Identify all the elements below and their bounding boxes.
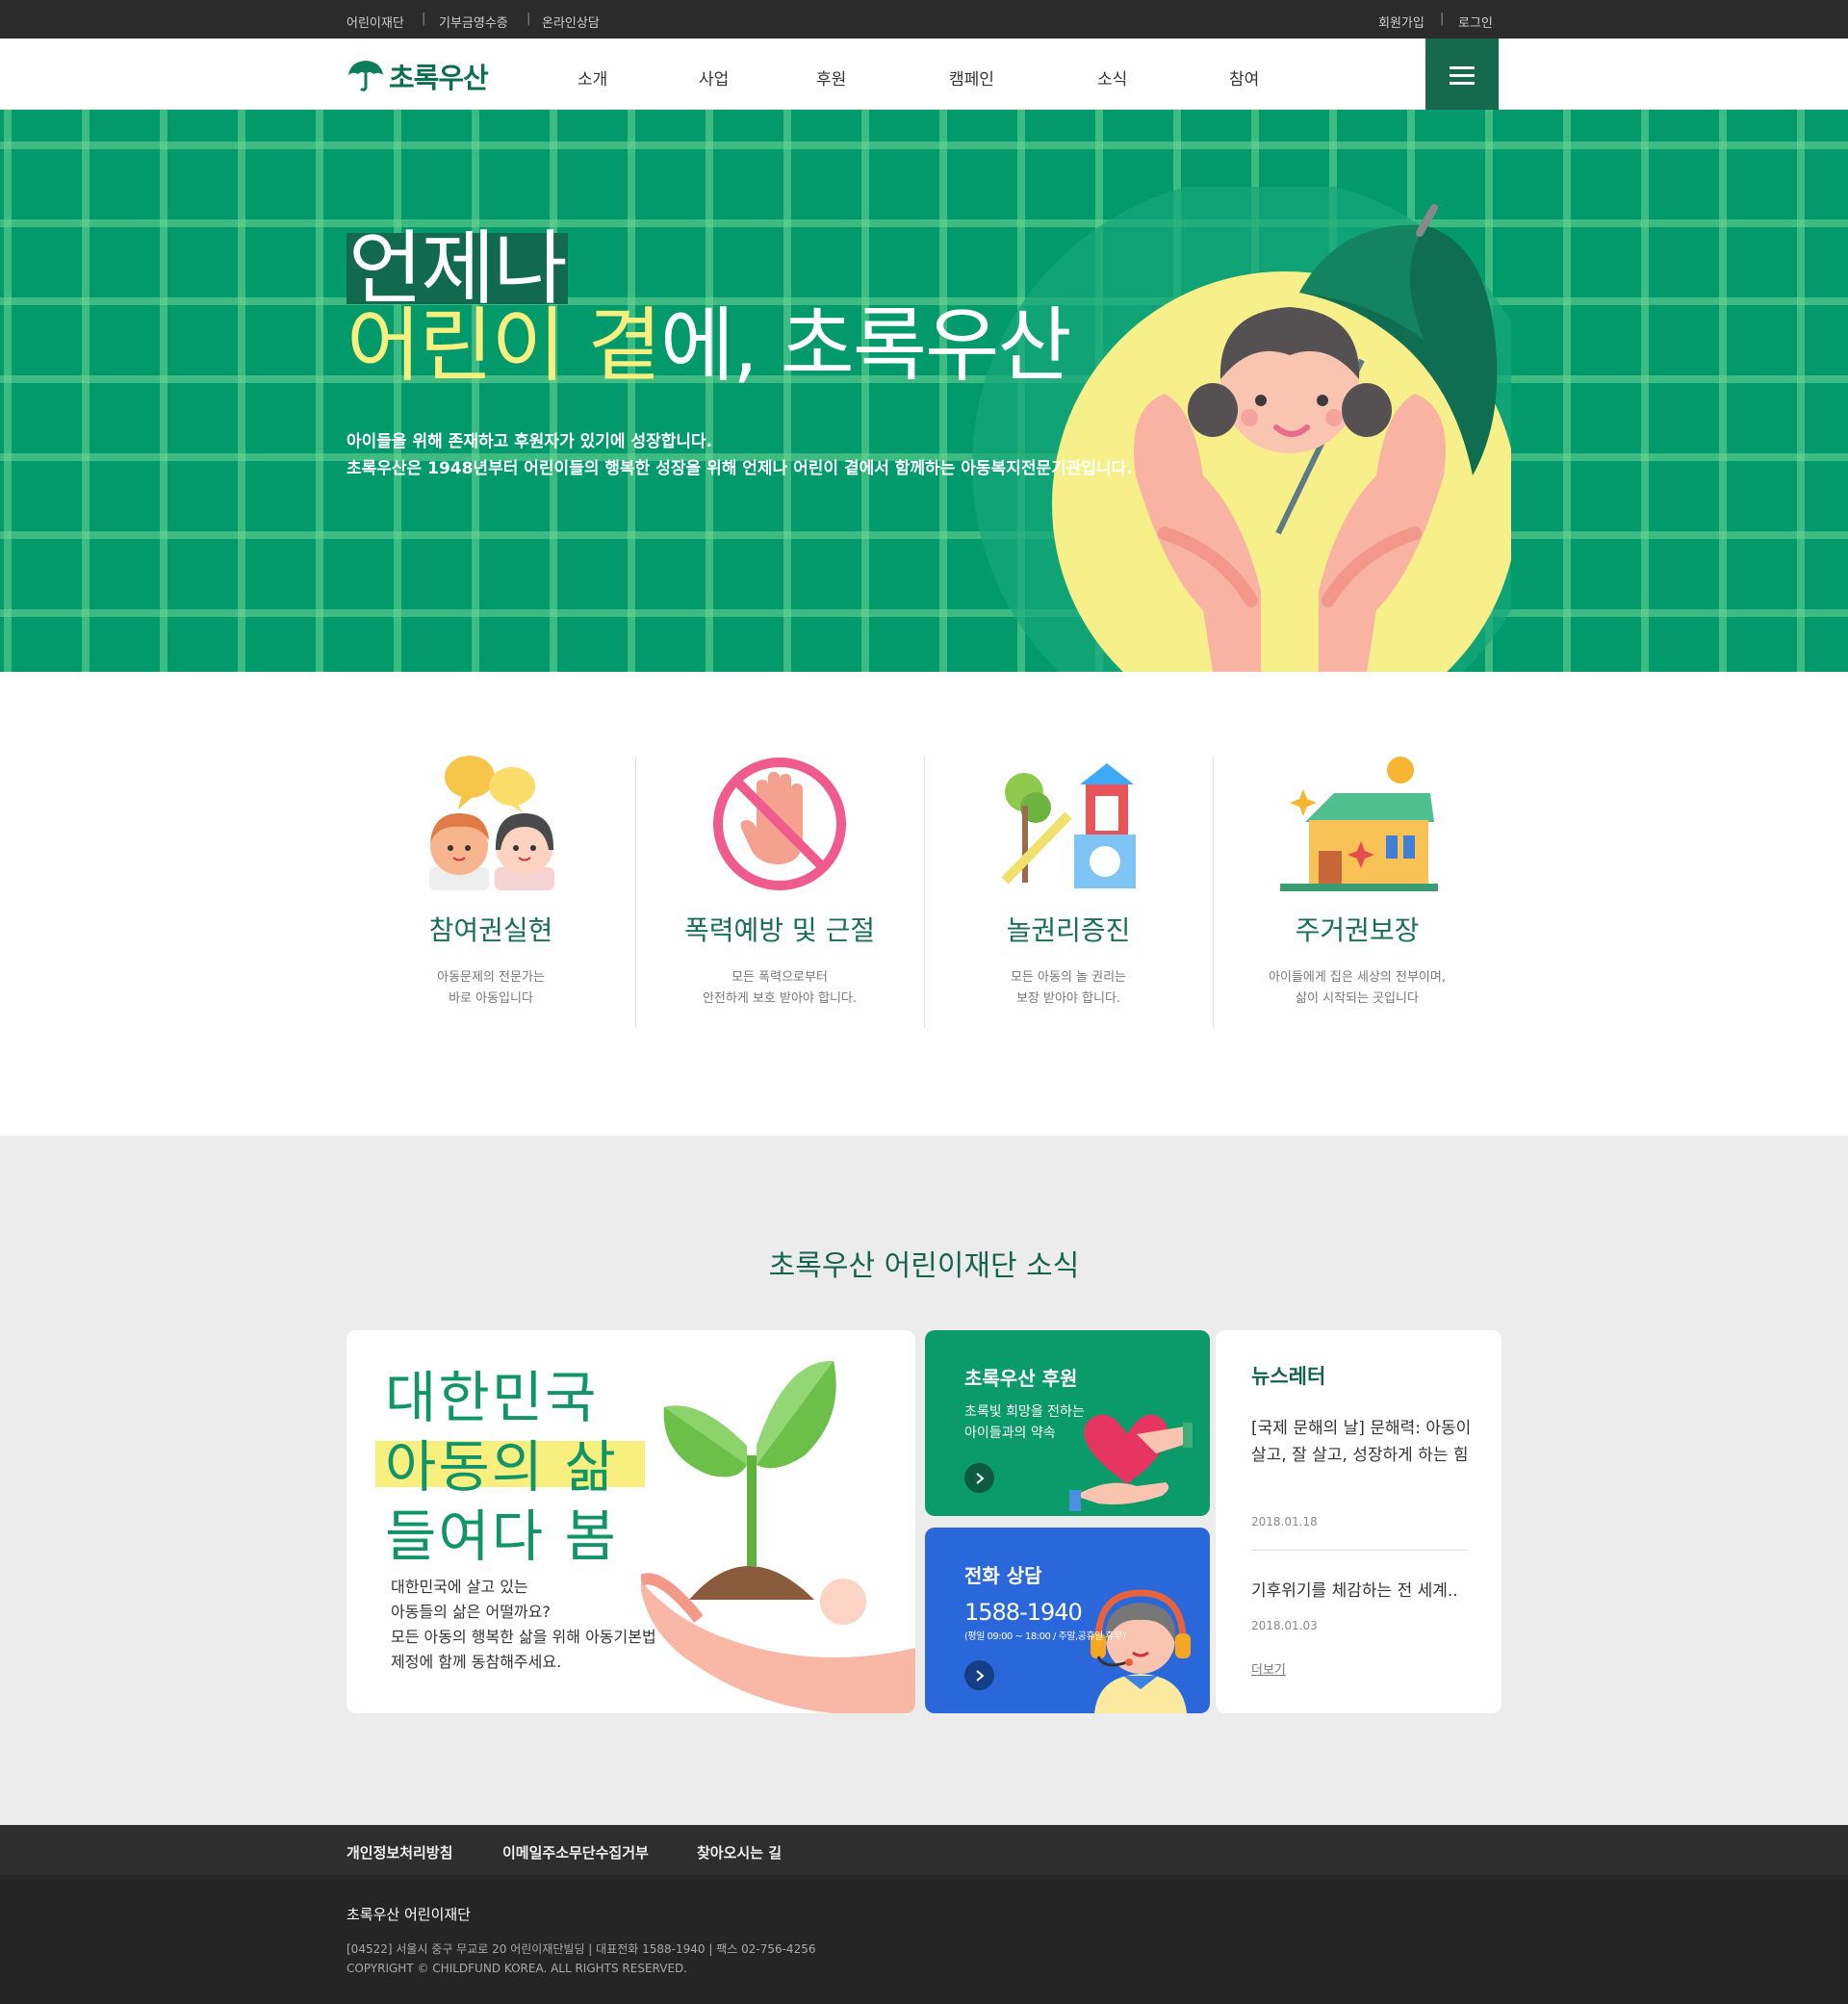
footer-org-name: 초록우산 어린이재단 [346,1906,471,1923]
newsletter-card: 뉴스레터 [국제 문해의 날] 문해력: 아동이 살고, 잘 살고, 성장하게 … [1216,1330,1502,1713]
umbrella-logo-icon [348,61,383,91]
feature-housing-rights[interactable]: 주거권보장 아이들에게 집은 세상의 전부이며, 삶이 시작되는 곳입니다 [1213,741,1502,1030]
footer-link-directions[interactable]: 찾아오시는 길 [697,1842,782,1863]
feature-play-rights[interactable]: 놀권리증진 모든 아동의 놀 권리는 보장 받아야 합니다. [924,741,1213,1030]
hero-title-beside: 곁 [587,298,662,393]
nav-item-participate[interactable]: 참여 [1229,65,1259,90]
feature-title: 주거권보장 [1295,914,1420,946]
feature-violence-prevention[interactable]: 폭력예방 및 근절 모든 폭력으로부터 안전하게 보호 받아야 합니다. [635,741,924,1030]
hero-title-brand: 에, 초록우산 [659,298,1072,393]
hamburger-menu-button[interactable] [1425,39,1499,111]
footer-copyright: COPYRIGHT © CHILDFUND KOREA. ALL RIGHTS … [346,1962,688,1975]
campaign-description: 대한민국에 살고 있는 아동들의 삶은 어떨까요? 모든 아동의 행복한 삶을 … [391,1575,656,1675]
sponsor-desc-line: 아이들과의 약속 [964,1426,1056,1441]
campaign-desc-line: 모든 아동의 행복한 삶을 위해 아동기본법 [391,1628,656,1646]
playground-icon [1001,763,1136,888]
heart-hands-icon [1069,1414,1193,1511]
house-icon [1280,757,1438,891]
phone-number[interactable]: 1588-1940 [964,1599,1083,1626]
news-section [0,1136,1848,1825]
phone-hours: (평일 09:00 ~ 18:00 / 주말,공휴일 휴무) [964,1631,1126,1642]
util-separator: | [1440,12,1445,26]
news-section-title: 초록우산 어린이재단 소식 [768,1249,1080,1283]
feature-desc-line2: 삶이 시작되는 곳입니다 [1296,991,1419,1006]
footer-link-email-policy[interactable]: 이메일주소무단수집거부 [502,1842,649,1863]
nav-item-campaign[interactable]: 캠페인 [949,65,994,90]
util-separator: | [422,12,426,26]
newsletter-item-title[interactable]: 기후위기를 체감하는 전 세계.. [1251,1577,1458,1601]
phone-more-button[interactable] [964,1660,994,1690]
chevron-right-icon [976,1670,985,1682]
nav-item-business[interactable]: 사업 [699,65,729,90]
campaign-headline-line1: 대한민국 [385,1365,599,1430]
campaign-headline-line3: 들여다 봄 [385,1503,618,1569]
newsletter-item-title-line: [국제 문해의 날] 문해력: 아동이 [1251,1419,1472,1438]
hero-description-line2: 초록우산은 1948년부터 어린이들의 행복한 성장을 위해 언제나 어린이 곁… [346,459,1133,478]
campaign-headline-line2: 아동의 삶 [385,1434,618,1500]
logo-text: 초록우산 [389,62,489,94]
feature-title: 놀권리증진 [1006,914,1131,946]
util-link-signup[interactable]: 회원가입 [1378,13,1424,31]
footer-nav-bar [0,1825,1848,1875]
feature-title: 폭력예방 및 근절 [683,914,876,946]
hero-title-line1: 언제나 [348,221,568,316]
feature-desc-line1: 모든 폭력으로부터 [732,970,828,985]
newsletter-item-title-line: 살고, 잘 살고, 성장하게 하는 힘 [1251,1446,1469,1465]
campaign-card[interactable]: 대한민국 아동의 삶 들여다 봄 대한민국에 살고 있는 아동들의 삶은 어떨까… [346,1330,915,1713]
stop-hand-icon [713,758,846,890]
sponsor-card-desc: 초록빛 희망을 전하는 아이들과의 약속 [964,1401,1085,1444]
newsletter-item-date: 2018.01.18 [1251,1515,1318,1529]
util-link-counsel[interactable]: 온라인상담 [542,13,600,31]
campaign-desc-line: 제정에 함께 동참해주세요. [391,1653,562,1671]
util-link-receipt[interactable]: 기부금영수증 [439,13,508,31]
newsletter-title: 뉴스레터 [1251,1365,1326,1388]
newsletter-item-title[interactable]: [국제 문해의 날] 문해력: 아동이 살고, 잘 살고, 성장하게 하는 힘 [1251,1415,1494,1469]
hero-line1-box: 언제나 [346,221,568,316]
sponsor-desc-line: 초록빛 희망을 전하는 [964,1404,1085,1420]
sponsor-more-button[interactable] [964,1463,994,1493]
footer-address: [04522] 서울시 중구 무교로 20 어린이재단빌딩 | 대표전화 158… [346,1942,816,1956]
talking-children-icon [429,756,554,890]
feature-desc-line1: 모든 아동의 놀 권리는 [1010,970,1127,985]
hero-title-line2: 어린이 곁에, 초록우산 [346,305,1072,386]
util-separator: | [526,12,531,26]
phone-card-title: 전화 상담 [964,1564,1042,1587]
feature-desc-line1: 아이들에게 집은 세상의 전부이며, [1269,970,1446,985]
campaign-headline: 대한민국 아동의 삶 들여다 봄 [385,1363,618,1571]
newsletter-item-date: 2018.01.03 [1251,1619,1318,1632]
logo[interactable]: 초록우산 [346,56,500,94]
headset-operator-icon [1091,1589,1191,1713]
hero-banner: 언제나 어린이 곁에, 초록우산 아이들을 위해 존재하고 후원자가 있기에 성… [0,110,1848,672]
nav-item-news[interactable]: 소식 [1097,65,1127,90]
campaign-desc-line: 아동들의 삶은 어떨까요? [391,1603,551,1621]
phone-counsel-card[interactable]: 전화 상담 1588-1940 (평일 09:00 ~ 18:00 / 주말,공… [925,1528,1210,1713]
hero-title-children: 어린이 [346,298,566,393]
newsletter-divider [1251,1550,1466,1551]
util-link-login[interactable]: 로그인 [1458,13,1493,31]
campaign-desc-line: 대한민국에 살고 있는 [391,1578,528,1596]
main-header [0,39,1848,110]
sponsor-card[interactable]: 초록우산 후원 초록빛 희망을 전하는 아이들과의 약속 [925,1330,1210,1516]
utility-bar [0,0,1848,39]
util-link-foundation[interactable]: 어린이재단 [346,13,404,31]
chevron-right-icon [976,1473,985,1484]
newsletter-more-link[interactable]: 더보기 [1251,1659,1286,1678]
footer-link-privacy[interactable]: 개인정보처리방침 [346,1842,452,1863]
feature-desc-line2: 보장 받아야 합니다. [1015,991,1121,1006]
sprout-hand-illustration [641,1360,915,1713]
feature-desc-line2: 안전하게 보호 받아야 합니다. [702,991,858,1006]
girl-under-umbrella-illustration [972,187,1511,672]
feature-title: 참여권실현 [428,914,553,946]
feature-desc-line1: 아동문제의 전문가는 [437,970,545,985]
sponsor-card-title: 초록우산 후원 [964,1367,1078,1390]
feature-participation[interactable]: 참여권실현 아동문제의 전문가는 바로 아동입니다 [346,741,635,1030]
feature-desc-line2: 바로 아동입니다 [449,991,533,1006]
nav-item-sponsor[interactable]: 후원 [816,65,846,90]
hero-description-line1: 아이들을 위해 존재하고 후원자가 있기에 성장합니다. [346,432,713,451]
footer [0,1875,1848,2004]
nav-item-about[interactable]: 소개 [578,65,607,90]
